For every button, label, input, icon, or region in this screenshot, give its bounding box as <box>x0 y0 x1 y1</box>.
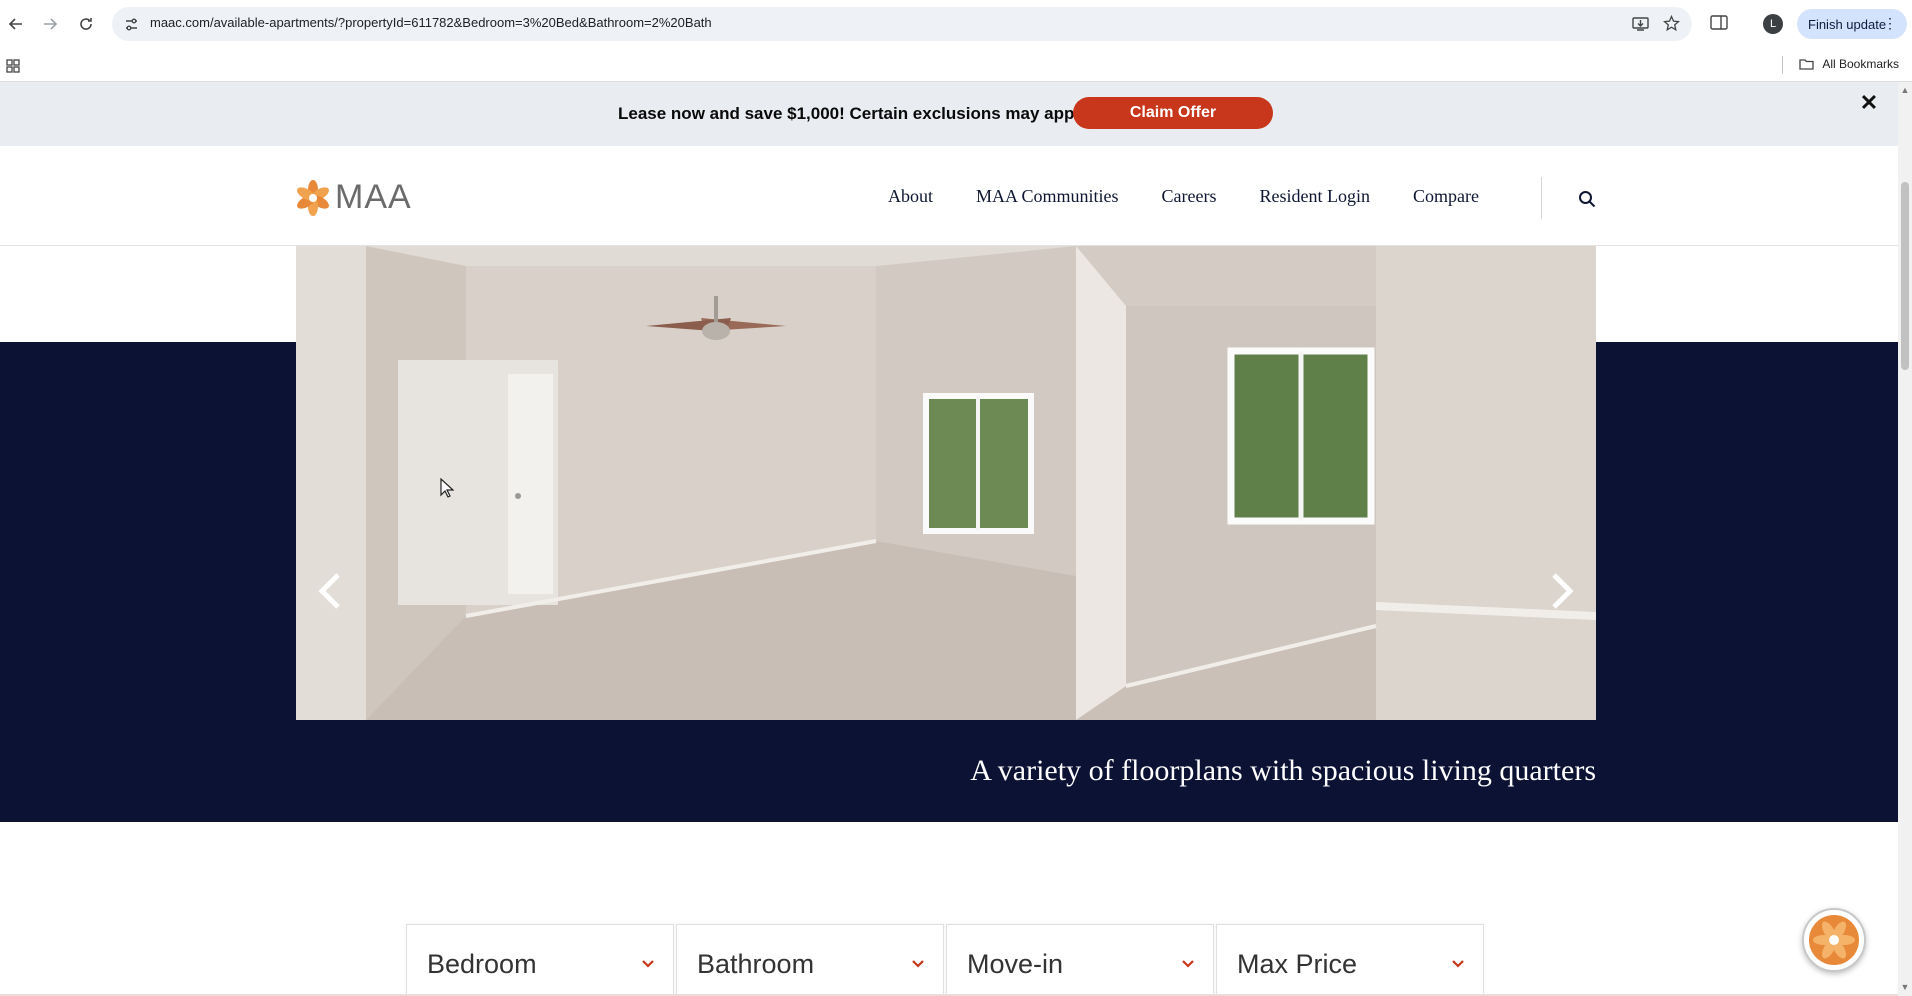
nav-about[interactable]: About <box>888 186 933 207</box>
chat-flower-icon <box>1809 915 1859 965</box>
close-icon[interactable]: ✕ <box>1858 92 1880 114</box>
carousel-next-icon[interactable] <box>1546 571 1576 611</box>
more-menu-icon: ⋮ <box>1883 15 1897 31</box>
scroll-up-icon[interactable]: ▲ <box>1900 85 1910 95</box>
nav-careers[interactable]: Careers <box>1162 186 1217 207</box>
filter-bar: Bedroom Bathroom Move-in Max Price <box>406 924 1484 996</box>
chevron-down-icon <box>912 960 924 968</box>
chevron-down-icon <box>642 960 654 968</box>
folder-icon <box>1799 59 1814 70</box>
hero-caption: A variety of floorplans with spacious li… <box>970 754 1596 787</box>
site-header: MAA About MAA Communities Careers Reside… <box>0 146 1898 246</box>
max-price-filter[interactable]: Max Price <box>1216 924 1484 996</box>
photo-carousel[interactable] <box>296 246 1596 720</box>
chevron-down-icon <box>1452 960 1464 968</box>
bathroom-filter[interactable]: Bathroom <box>676 924 944 996</box>
browser-toolbar: maac.com/available-apartments/?propertyI… <box>0 0 1912 48</box>
promo-banner: Lease now and save $1,000! Certain exclu… <box>0 82 1898 146</box>
apps-grid-icon[interactable] <box>6 59 20 73</box>
scroll-down-icon[interactable]: ▼ <box>1900 982 1910 992</box>
all-bookmarks-button[interactable]: All Bookmarks <box>1799 57 1899 71</box>
nav-divider <box>1541 177 1542 219</box>
site-settings-icon[interactable] <box>124 17 139 32</box>
search-icon[interactable] <box>1578 190 1596 208</box>
mouse-cursor-icon <box>440 478 454 498</box>
chevron-down-icon <box>1182 960 1194 968</box>
logo-text: MAA <box>335 178 412 216</box>
nav-maa-communities[interactable]: MAA Communities <box>976 186 1119 207</box>
reload-icon[interactable] <box>72 12 100 36</box>
finish-update-label: Finish update <box>1808 16 1887 32</box>
carousel-prev-icon[interactable] <box>316 571 346 611</box>
finish-update-button[interactable]: Finish update ⋮ <box>1797 9 1907 39</box>
url-text: maac.com/available-apartments/?propertyI… <box>150 15 712 30</box>
back-icon[interactable] <box>2 12 30 36</box>
bookmark-star-icon[interactable] <box>1663 15 1680 32</box>
page-viewport: Lease now and save $1,000! Certain exclu… <box>0 82 1898 996</box>
logo-flower-icon <box>297 179 329 216</box>
move-in-filter[interactable]: Move-in <box>946 924 1214 996</box>
bookmarks-divider <box>1782 56 1783 74</box>
install-app-icon[interactable] <box>1632 16 1649 32</box>
bathroom-filter-label: Bathroom <box>697 949 815 979</box>
forward-icon[interactable] <box>36 12 64 36</box>
nav-resident-login[interactable]: Resident Login <box>1259 186 1370 207</box>
claim-offer-button[interactable]: Claim Offer <box>1073 97 1273 129</box>
bedroom-filter-label: Bedroom <box>427 949 537 979</box>
chat-widget-button[interactable] <box>1802 908 1866 972</box>
bookmarks-bar: All Bookmarks <box>0 48 1912 82</box>
max-price-filter-label: Max Price <box>1237 949 1358 979</box>
logo[interactable]: MAA <box>295 178 412 217</box>
browser-window: maac.com/available-apartments/?propertyI… <box>0 0 1912 996</box>
scroll-thumb[interactable] <box>1901 182 1909 370</box>
apartment-photo <box>296 246 1596 720</box>
main-nav: About MAA Communities Careers Resident L… <box>888 186 1522 207</box>
side-panel-icon[interactable] <box>1710 15 1728 31</box>
move-in-filter-label: Move-in <box>967 949 1064 979</box>
all-bookmarks-label: All Bookmarks <box>1822 57 1899 71</box>
profile-avatar[interactable]: L <box>1763 14 1783 34</box>
page-scrollbar[interactable]: ▲ ▼ <box>1898 82 1912 996</box>
nav-compare[interactable]: Compare <box>1413 186 1479 207</box>
bedroom-filter[interactable]: Bedroom <box>406 924 674 996</box>
promo-text: Lease now and save $1,000! Certain exclu… <box>618 104 1093 123</box>
